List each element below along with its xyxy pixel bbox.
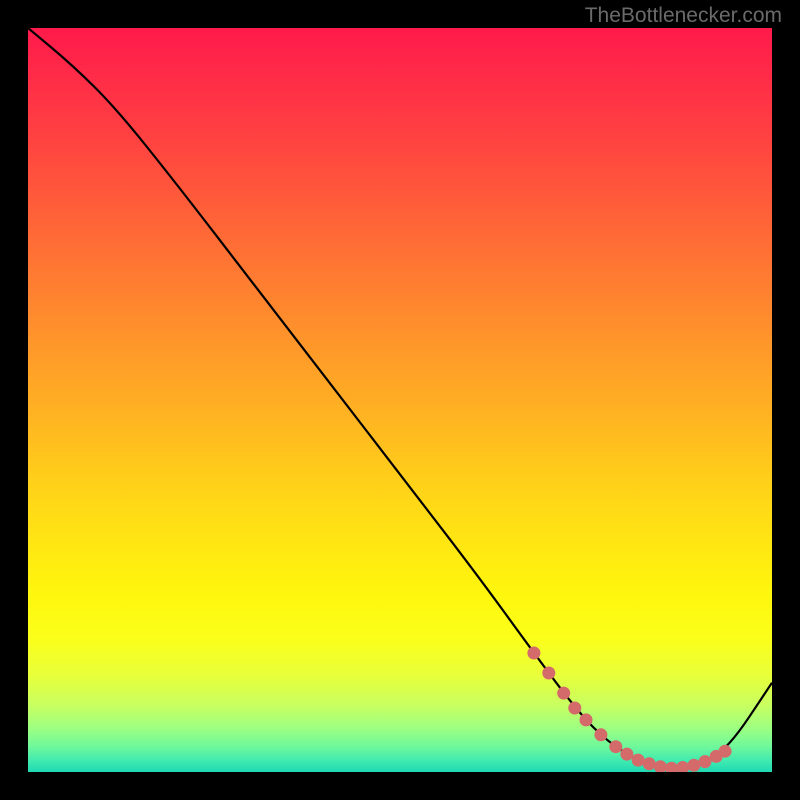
highlight-marker: [594, 728, 607, 741]
highlight-marker: [557, 687, 570, 700]
plot-area: [28, 28, 772, 772]
highlight-marker: [542, 667, 555, 680]
highlight-markers: [527, 647, 731, 773]
highlight-marker: [609, 740, 622, 753]
highlight-marker: [665, 762, 678, 772]
highlight-marker: [568, 702, 581, 715]
highlight-marker: [620, 748, 633, 761]
highlight-marker: [643, 757, 656, 770]
highlight-marker: [719, 745, 732, 758]
highlight-marker: [580, 713, 593, 726]
highlight-marker: [632, 754, 645, 767]
watermark-text: TheBottlenecker.com: [585, 4, 782, 28]
highlight-marker: [527, 647, 540, 660]
highlight-marker: [687, 759, 700, 772]
highlight-marker: [699, 755, 712, 768]
chart-svg: [28, 28, 772, 772]
highlight-marker: [654, 760, 667, 772]
bottleneck-curve-line: [28, 28, 772, 767]
highlight-marker: [676, 761, 689, 772]
